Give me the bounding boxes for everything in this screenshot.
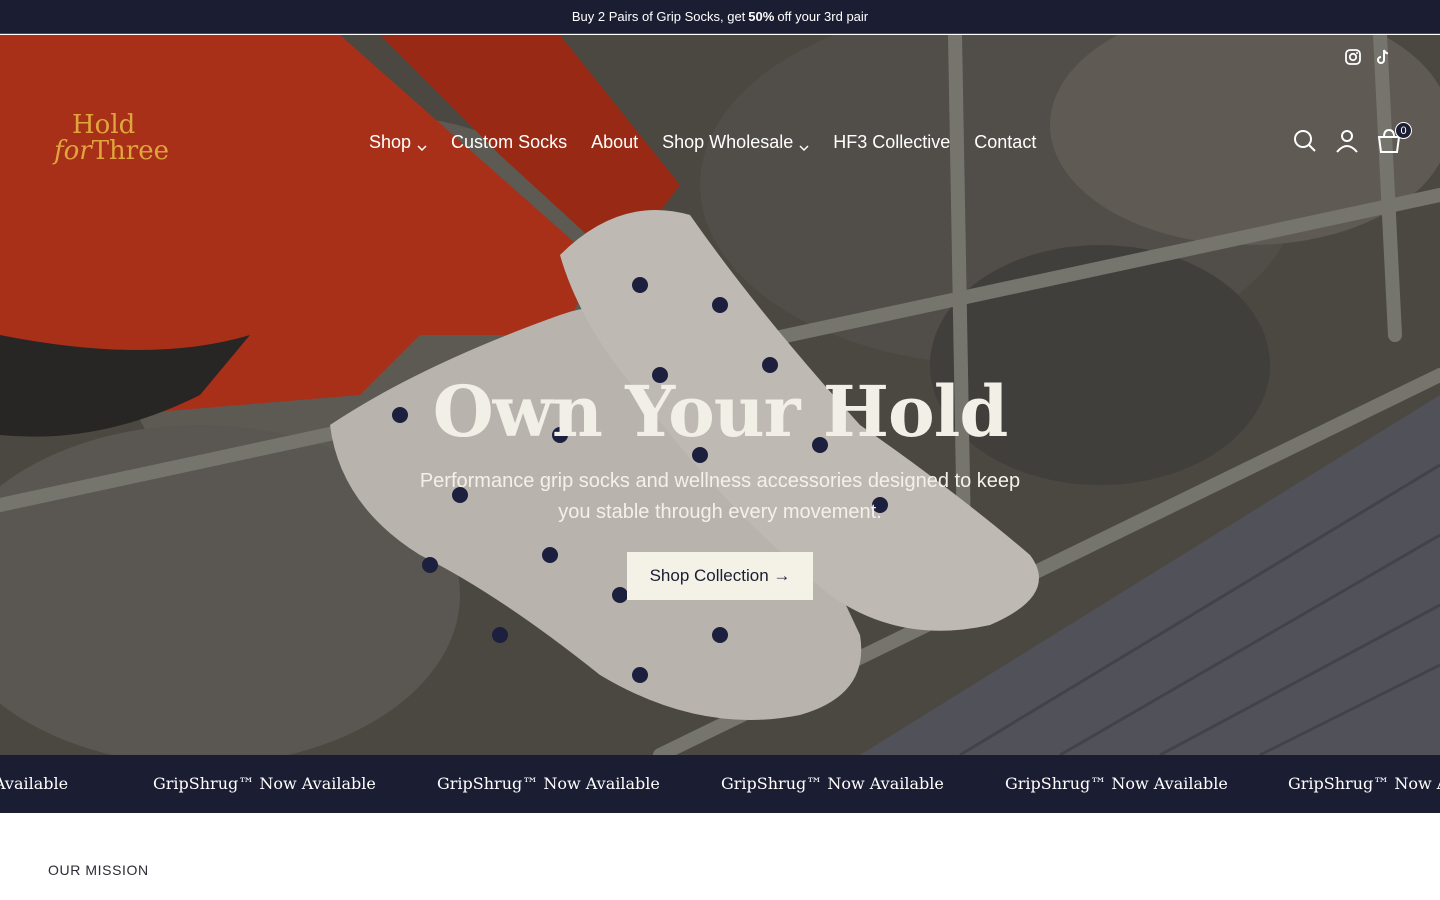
nav-item-hf3-collective[interactable]: HF3 Collective: [833, 132, 950, 153]
header-actions: 0: [1292, 122, 1412, 154]
hero-title: Own Your Hold: [432, 370, 1009, 453]
chevron-down-icon: [799, 137, 809, 152]
nav-item-shop[interactable]: Shop: [369, 132, 427, 153]
nav-item-shop-wholesale[interactable]: Shop Wholesale: [662, 132, 809, 153]
logo-line-1: Hold: [72, 110, 136, 140]
announcement-marquee: Available GripShrug™ Now Available GripS…: [0, 755, 1440, 813]
nav-item-about[interactable]: About: [591, 132, 638, 153]
search-icon[interactable]: [1292, 128, 1318, 154]
nav-label-shop: Shop: [369, 131, 412, 152]
instagram-icon[interactable]: [1344, 48, 1362, 66]
main-nav: Shop Custom Socks About Shop Wholesale H…: [369, 128, 1036, 156]
announcement-text-end: off your 3rd pair: [777, 9, 869, 24]
nav-item-custom-socks[interactable]: Custom Socks: [451, 132, 567, 153]
marquee-item: GripShrug™ Now Available: [1005, 774, 1228, 793]
cart-icon[interactable]: 0: [1376, 122, 1412, 154]
logo[interactable]: Hold forThree: [54, 110, 169, 172]
logo-italic: for: [54, 136, 92, 166]
nav-label-about: About: [591, 131, 639, 152]
nav-label-contact: Contact: [974, 131, 1037, 152]
hero-subtitle: Performance grip socks and wellness acce…: [419, 470, 1021, 523]
shop-collection-button[interactable]: Shop Collection →: [627, 552, 813, 600]
account-icon[interactable]: [1334, 128, 1360, 154]
marquee-item: GripShrug™ Now Available: [721, 774, 944, 793]
marquee-item: GripShrug™ Now Available: [437, 774, 660, 793]
marquee-item-partial-start: Available: [0, 774, 69, 793]
nav-label-hf3-collective: HF3 Collective: [833, 131, 951, 152]
announcement-bar: Buy 2 Pairs of Grip Socks, get 50% off y…: [0, 0, 1440, 34]
mission-label: OUR MISSION: [48, 862, 149, 878]
marquee-item: GripShrug™ Now Available: [153, 774, 376, 793]
nav-item-contact[interactable]: Contact: [974, 132, 1036, 153]
social-links: [1344, 48, 1392, 66]
tiktok-icon[interactable]: [1374, 48, 1392, 66]
announcement-text-start: Buy 2 Pairs of Grip Socks, get: [571, 9, 746, 24]
marquee-item-partial-end: GripShrug™ Now Avai: [1288, 774, 1440, 793]
logo-line-2: forThree: [54, 138, 169, 164]
nav-label-custom-socks: Custom Socks: [451, 131, 568, 152]
nav-label-shop-wholesale: Shop Wholesale: [662, 131, 794, 152]
logo-line-2-rest: Three: [91, 136, 170, 166]
chevron-down-icon: [417, 137, 427, 152]
cart-count-badge: 0: [1395, 122, 1412, 139]
announcement-discount: 50%: [748, 9, 775, 24]
